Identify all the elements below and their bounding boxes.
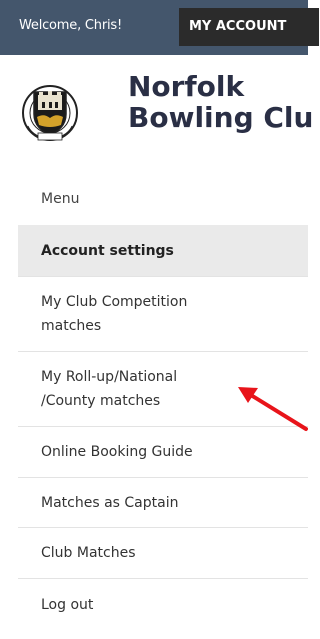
menu-item-label: Account settings [41, 242, 174, 259]
welcome-text: Welcome, Chris! [19, 18, 122, 33]
menu-item-label: Log out [41, 596, 94, 613]
club-name-line2: Bowling Clu [128, 101, 314, 134]
menu-item-label: Club Matches [41, 545, 136, 561]
club-name: Norfolk Bowling Clu [128, 71, 313, 133]
menu-item-matches-as-captain[interactable]: Matches as Captain [18, 478, 308, 528]
menu-item-label: My Club Competition matches [41, 294, 188, 334]
top-bar: Welcome, Chris! MY ACCOUNT [0, 0, 319, 55]
menu-item-account-settings[interactable]: Account settings [18, 225, 308, 277]
club-crest-logo-icon [22, 85, 78, 141]
red-pointer-arrow-icon [238, 387, 308, 431]
my-account-button[interactable]: MY ACCOUNT [179, 8, 319, 46]
club-name-line1: Norfolk [128, 70, 245, 103]
menu-item-label: My Roll-up/National /County matches [41, 369, 178, 409]
menu-item-log-out[interactable]: Log out [18, 579, 308, 630]
menu-item-club-competition-matches[interactable]: My Club Competition matches [18, 277, 308, 352]
menu-item-label: Online Booking Guide [41, 444, 193, 460]
menu-header: Menu [41, 191, 80, 207]
menu-item-label: Matches as Captain [41, 494, 179, 511]
menu-item-club-matches[interactable]: Club Matches [18, 528, 308, 579]
menu-item-online-booking-guide[interactable]: Online Booking Guide [18, 427, 308, 478]
